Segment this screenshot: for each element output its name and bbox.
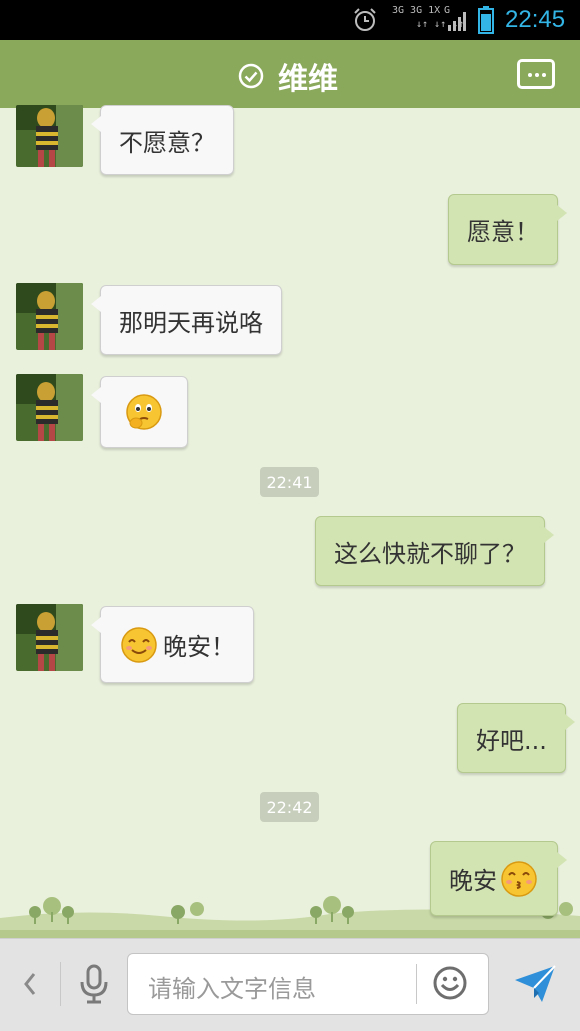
chat-more-button[interactable] (517, 59, 555, 89)
microphone-icon[interactable] (78, 964, 110, 1004)
incoming-message: 不愿意？ (91, 105, 234, 175)
message-text: 好吧... (476, 726, 547, 755)
contact-avatar[interactable] (16, 374, 83, 441)
title-bar-edge (0, 100, 580, 108)
kiss-emoji-icon (501, 860, 537, 897)
contact-avatar[interactable] (16, 105, 83, 167)
message-text: 那明天再说咯 (119, 308, 263, 337)
avatar-photo (16, 374, 83, 441)
incoming-message (91, 376, 188, 448)
more-dot-icon (535, 73, 539, 77)
message-text: 这么快就不聊了？ (334, 539, 526, 568)
verified-check-icon (238, 63, 264, 89)
outgoing-message: 愿意！ (448, 194, 567, 265)
smile-emoji-icon (121, 626, 157, 663)
send-button[interactable] (512, 962, 558, 1006)
avatar-photo (16, 105, 83, 167)
incoming-message: 晚安！ (91, 606, 254, 683)
incoming-message: 那明天再说咯 (91, 285, 282, 355)
alarm-icon (354, 8, 376, 31)
divider (60, 962, 61, 1006)
outgoing-message: 这么快就不聊了？ (315, 516, 554, 586)
chevron-left-icon[interactable] (18, 964, 40, 1004)
avatar-photo (16, 604, 83, 671)
avatar-photo (16, 283, 83, 350)
signal-icon (448, 12, 466, 31)
message-text: 晚安 (449, 867, 497, 895)
timestamp-label: 22:42 (260, 792, 319, 822)
outgoing-message: 晚安 (430, 841, 567, 916)
status-time: 22:45 (505, 6, 566, 33)
message-text: 晚安！ (163, 633, 235, 661)
message-text: 不愿意？ (119, 128, 215, 157)
contact-avatar[interactable] (16, 283, 83, 350)
divider (416, 964, 417, 1004)
message-input-placeholder: 请输入文字信息 (148, 975, 316, 1003)
timestamp-label: 22:41 (260, 467, 319, 497)
smiley-icon[interactable] (432, 965, 468, 1001)
more-dot-icon (528, 73, 532, 77)
thinking-emoji-icon (126, 394, 162, 430)
battery-icon (478, 6, 494, 34)
contact-name-title: 维维 (278, 62, 338, 97)
contact-avatar[interactable] (16, 604, 83, 671)
network-type-label: 3G 3G 1X (392, 5, 441, 16)
more-dot-icon (542, 73, 546, 77)
message-text: 愿意！ (467, 218, 539, 246)
outgoing-message: 好吧... (457, 703, 575, 773)
